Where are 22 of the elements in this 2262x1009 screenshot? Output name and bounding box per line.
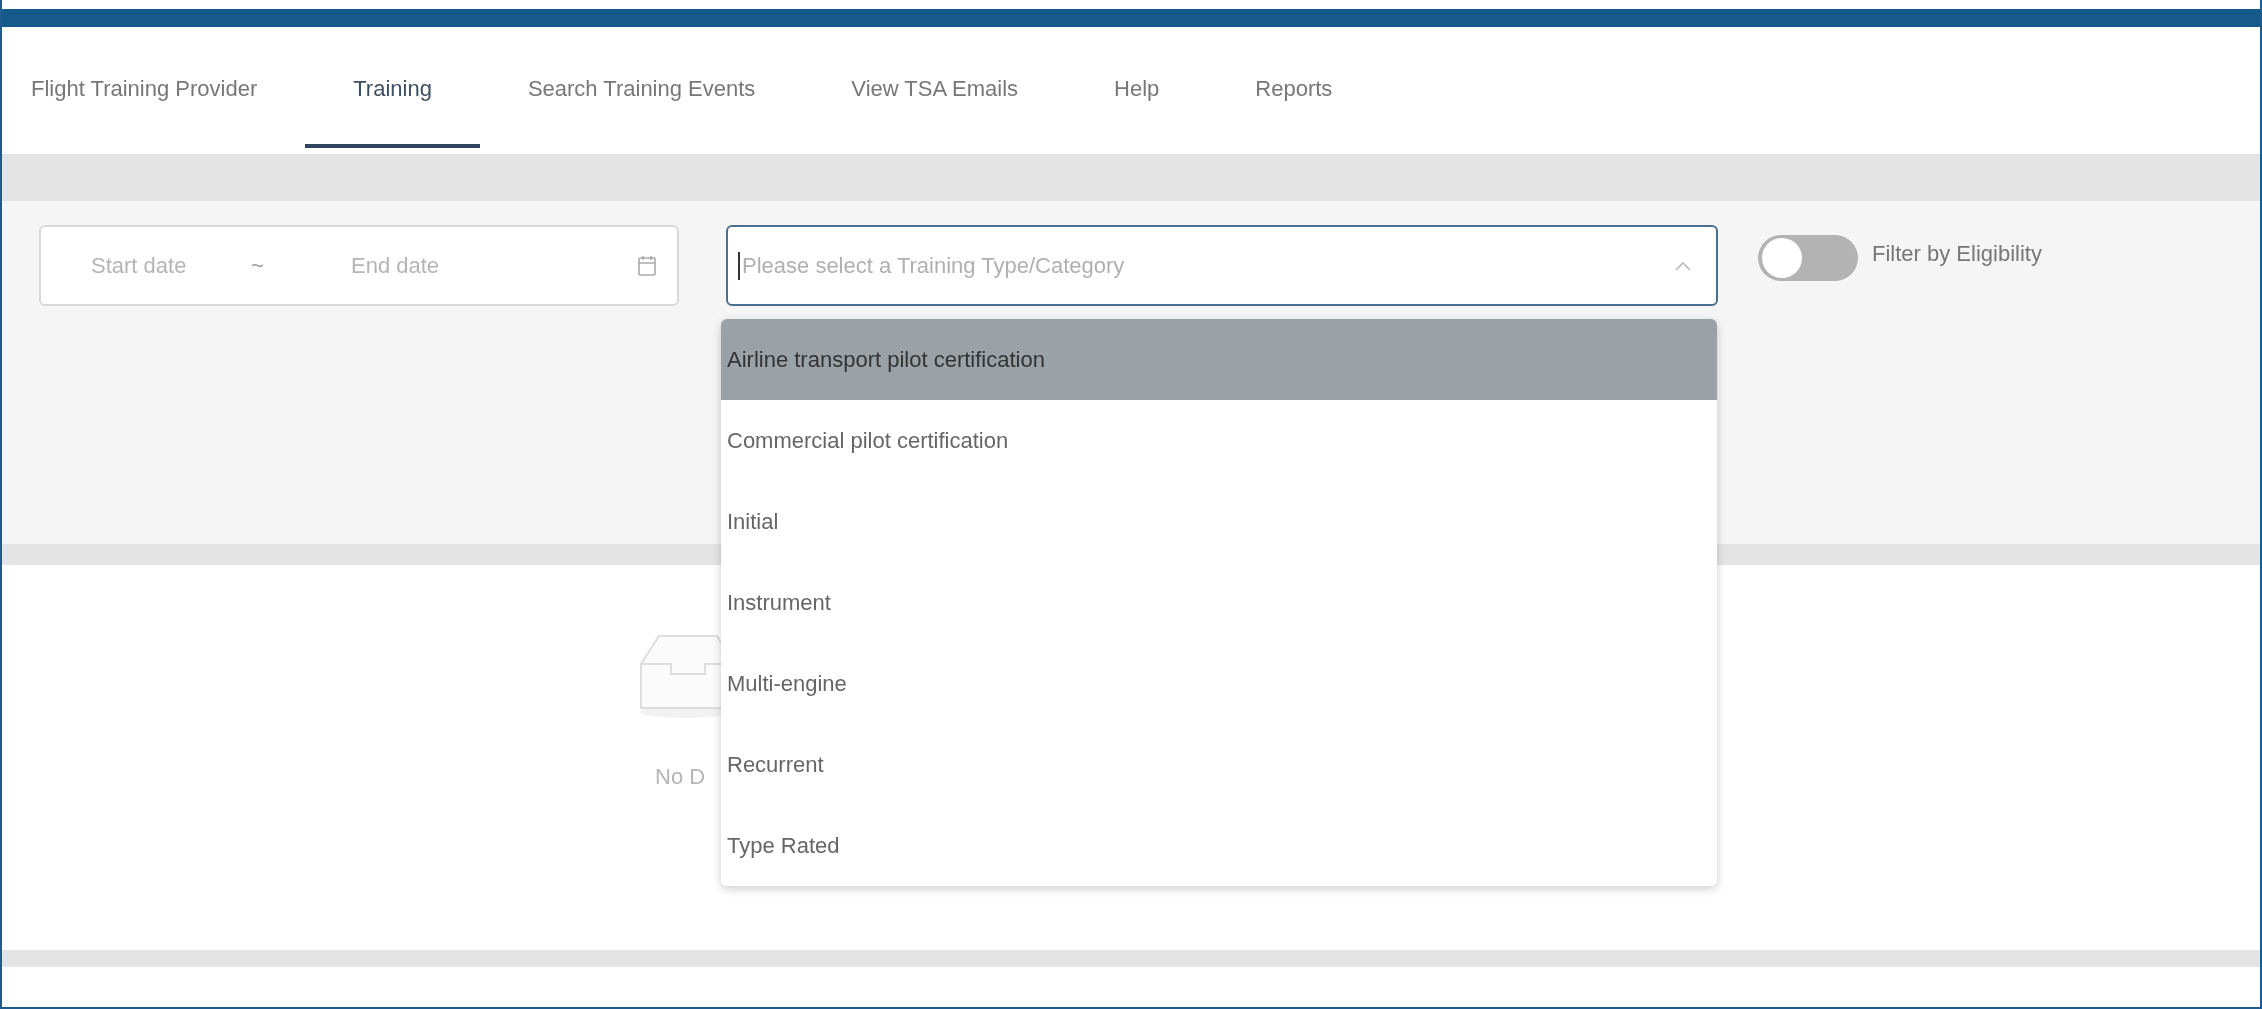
dropdown-option[interactable]: Recurrent [721, 724, 1717, 805]
dropdown-option[interactable]: Type Rated [721, 805, 1717, 886]
eligibility-toggle[interactable] [1758, 235, 1858, 281]
dropdown-option[interactable]: Multi-engine [721, 643, 1717, 724]
dropdown-option[interactable]: Commercial pilot certification [721, 400, 1717, 481]
range-separator: ~ [251, 252, 265, 280]
date-range-field[interactable]: Start date ~ End date [39, 225, 679, 306]
toggle-label: Filter by Eligibility [1872, 240, 2042, 268]
nav-tab[interactable]: View TSA Emails [803, 27, 1067, 148]
caret-icon [1674, 259, 1692, 272]
end-date-placeholder: End date [351, 252, 441, 280]
nav-tab[interactable]: Flight Training Provider [0, 27, 306, 148]
nav-tab[interactable]: Reports [1207, 27, 1381, 148]
nav-tab[interactable]: Training [305, 27, 480, 148]
nav-tab[interactable]: Search Training Events [479, 27, 804, 148]
empty-state-text: No D [655, 763, 706, 791]
calendar-icon [637, 254, 657, 277]
dropdown-option[interactable]: Instrument [721, 562, 1717, 643]
dropdown-option[interactable]: Initial [721, 481, 1717, 562]
start-date-placeholder: Start date [91, 252, 188, 280]
nav-tab[interactable]: Help [1066, 27, 1208, 148]
dropdown-option[interactable]: Airline transport pilot certification [721, 319, 1717, 400]
